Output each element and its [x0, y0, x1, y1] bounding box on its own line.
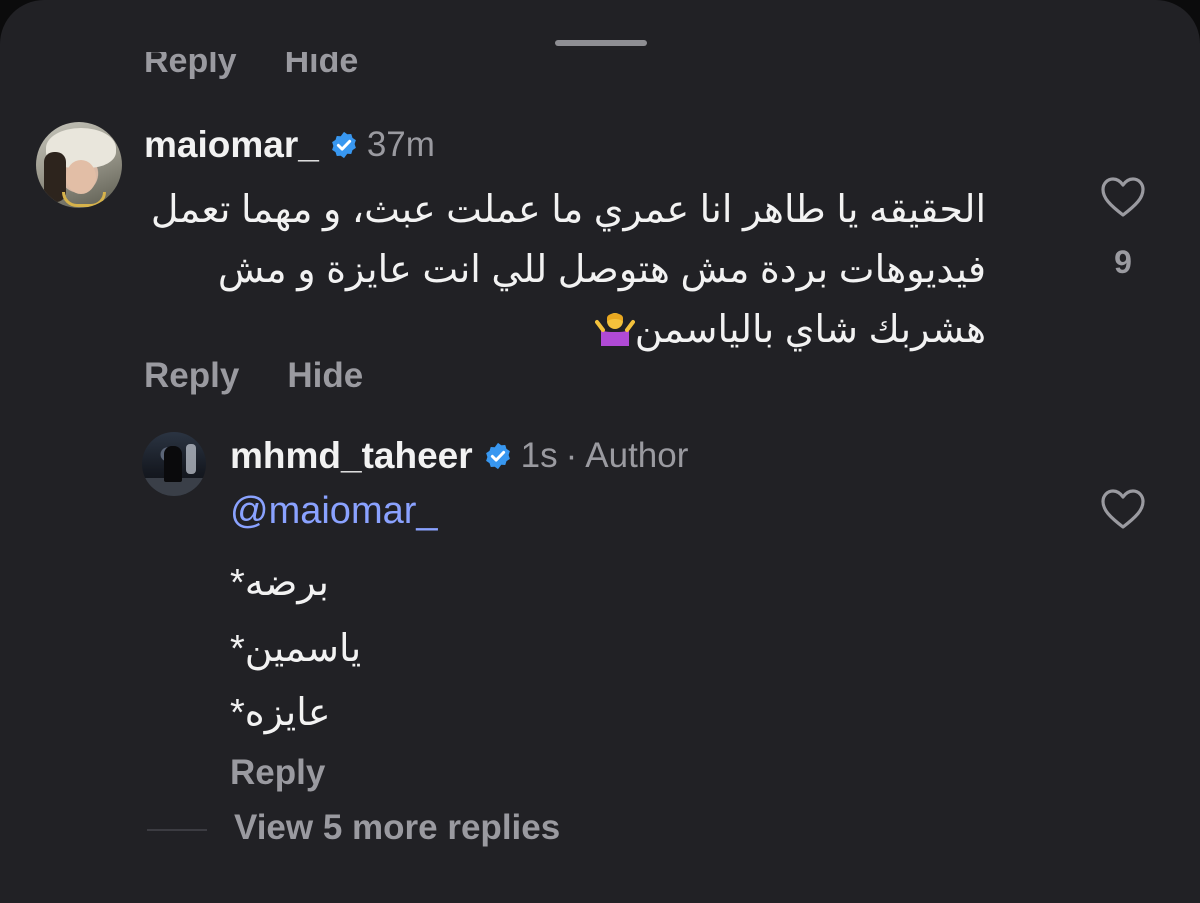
divider [147, 829, 207, 831]
reply-button[interactable]: Reply [230, 753, 325, 793]
like-heart-icon[interactable] [1100, 176, 1146, 218]
verified-badge-icon [485, 442, 510, 470]
previous-comment-actions: Reply Hide [144, 52, 544, 82]
comment-header: maiomar_ 37m [144, 122, 435, 168]
comment-body: الحقيقه يا طاهر انا عمري ما عملت عبث، و … [150, 189, 986, 351]
username[interactable]: mhmd_taheer [230, 435, 473, 477]
reply-line: برضه* [230, 562, 329, 604]
verified-badge-icon [331, 131, 356, 159]
meta-separator: · [565, 436, 578, 475]
person-shrugging-icon [594, 313, 635, 346]
hide-button[interactable]: Hide [285, 52, 359, 81]
timestamp: 37m [366, 125, 435, 164]
username[interactable]: maiomar_ [144, 124, 319, 166]
comment-text: الحقيقه يا طاهر انا عمري ما عملت عبث، و … [144, 180, 986, 360]
reply-header: mhmd_taheer 1s · Author [230, 434, 688, 478]
reply-button[interactable]: Reply [144, 356, 239, 396]
reply-line: ياسمين* [230, 628, 362, 670]
author-badge: Author [585, 436, 689, 475]
comments-sheet: Reply Hide maiomar_ 37m الحقيقه يا طاهر … [0, 0, 1200, 903]
reply-line: عايزه* [230, 692, 331, 734]
like-heart-icon[interactable] [1100, 488, 1146, 530]
sheet-grabber-handle[interactable] [555, 40, 647, 46]
avatar[interactable] [142, 432, 206, 496]
mention-link[interactable]: @maiomar_ [230, 490, 438, 533]
comment-actions: Reply Hide [144, 356, 363, 396]
reply-actions: Reply [230, 753, 325, 793]
timestamp: 1s [520, 436, 558, 475]
reply-button[interactable]: Reply [144, 52, 237, 81]
view-more-replies-button[interactable]: View 5 more replies [234, 808, 560, 848]
hide-button[interactable]: Hide [287, 356, 363, 396]
like-count: 9 [1114, 244, 1132, 280]
avatar[interactable] [36, 122, 122, 208]
